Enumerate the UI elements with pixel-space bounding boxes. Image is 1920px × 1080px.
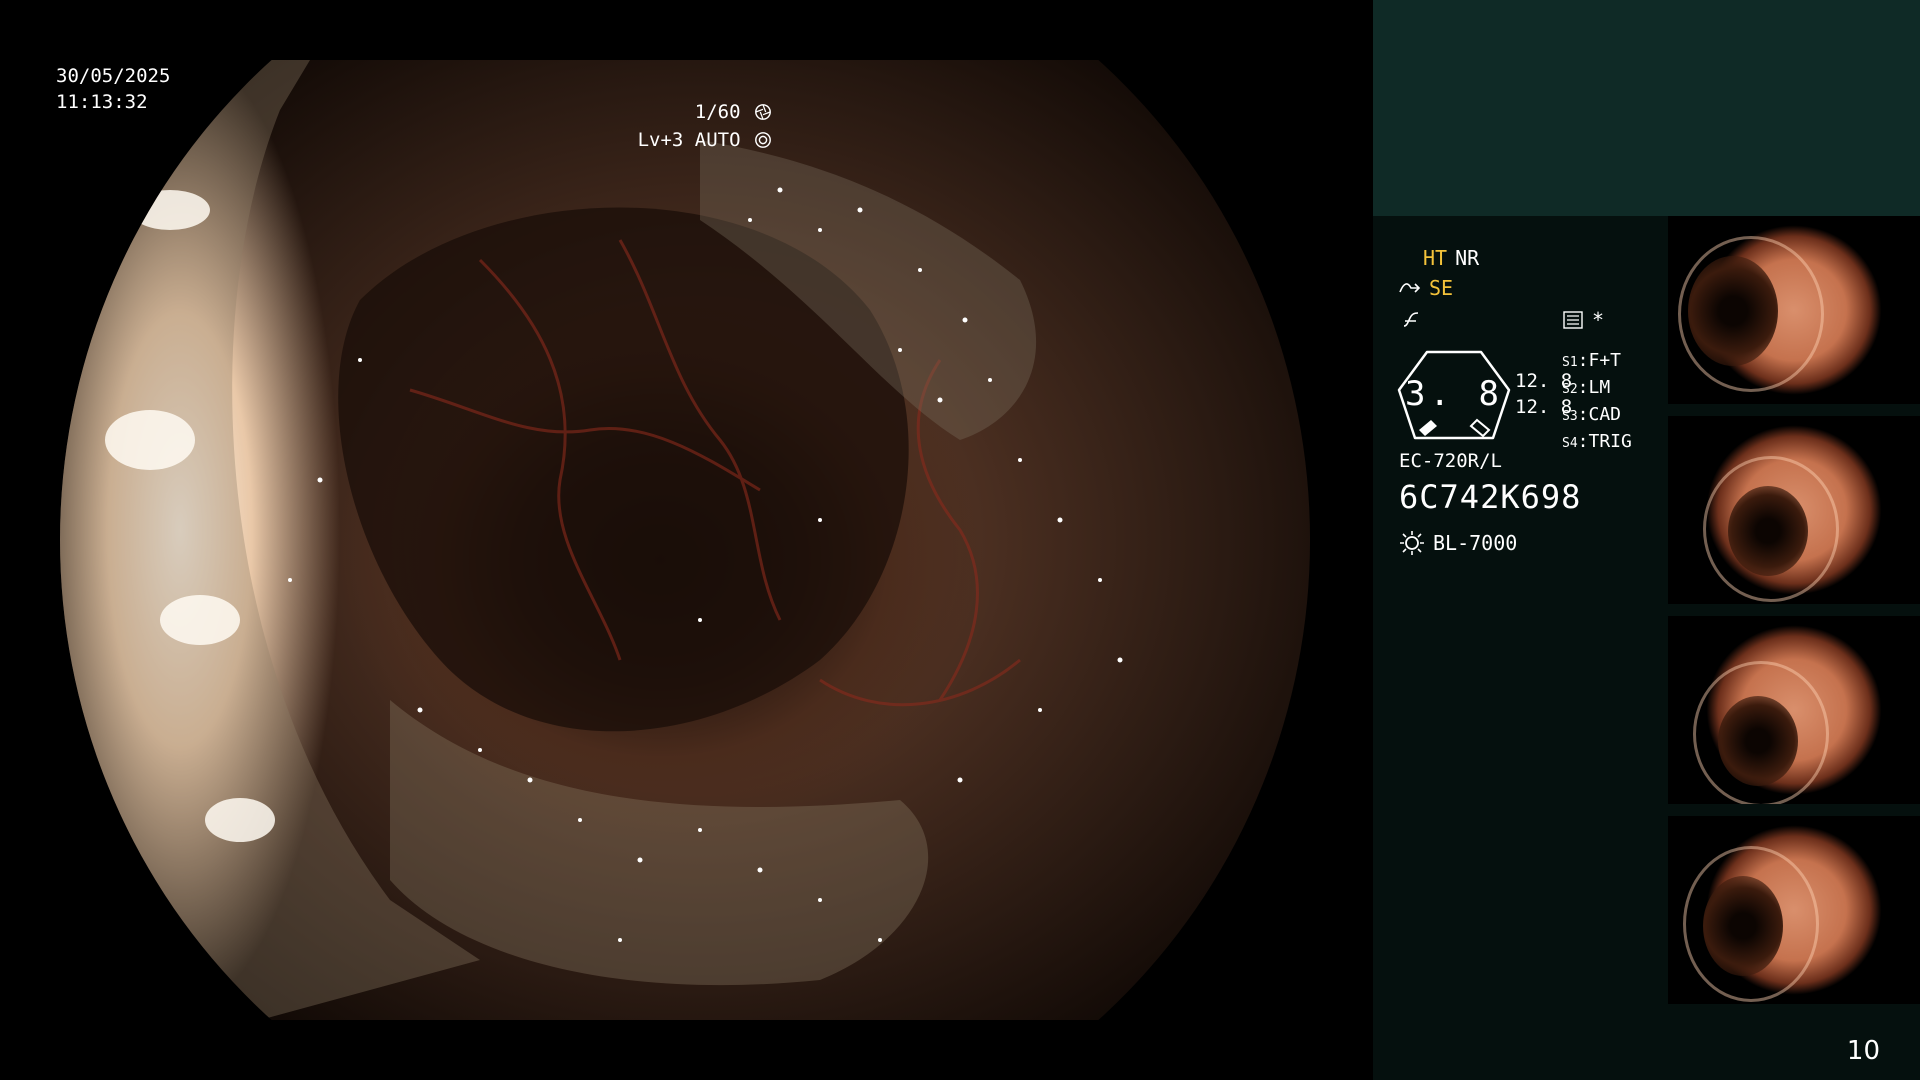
panel-header-band <box>1373 0 1920 216</box>
ht-label: HT <box>1423 246 1448 270</box>
light-source-icon <box>1400 531 1424 555</box>
scope-serial: 6C742K698 <box>1399 478 1582 516</box>
nr-label: NR <box>1455 246 1480 270</box>
shutter-label: 1/60 <box>694 101 741 123</box>
shutter-icon <box>755 104 771 120</box>
freeze-icon <box>1403 312 1419 327</box>
light-source-label: BL-7000 <box>1433 531 1518 555</box>
processor-info: HT NR SE * 3. 8 12. 8 12. 8 S1:F+T S2:LM… <box>1397 238 1667 568</box>
mucosa-texture <box>60 60 1123 1020</box>
scope-tip-icon <box>1399 283 1421 293</box>
switch-settings: S1:F+T S2:LM S3:CAD S4:TRIG <box>1562 348 1632 456</box>
switch-row-1: S1:F+T <box>1562 350 1622 371</box>
mode-label: AUTO <box>694 129 741 151</box>
page-number: 10 <box>1846 1036 1880 1066</box>
datetime-overlay: 30/05/2025 11:13:32 <box>56 63 170 115</box>
capture-thumbnail[interactable] <box>1668 816 1920 1004</box>
thumbnail-strip <box>1668 216 1920 1016</box>
switch-row-2: S2:LM <box>1562 377 1611 398</box>
date-label: 30/05/2025 <box>56 65 171 87</box>
settings-icon <box>1563 311 1583 329</box>
capture-thumbnail[interactable] <box>1668 616 1920 804</box>
time-label: 11:13:32 <box>56 91 148 113</box>
scope-model: EC-720R/L <box>1399 450 1502 472</box>
light-source: BL-7000 <box>1399 530 1517 556</box>
switch-row-3: S3:CAD <box>1562 404 1622 425</box>
endoscopic-image <box>60 60 1310 1020</box>
gauge-value: 3. 8 <box>1405 374 1503 414</box>
se-label: SE <box>1429 276 1454 300</box>
light-level-label: Lv+3 <box>637 129 684 151</box>
auto-icon <box>755 132 771 148</box>
capture-thumbnail[interactable] <box>1668 216 1920 404</box>
capture-thumbnail[interactable] <box>1668 416 1920 604</box>
star-label: * <box>1592 308 1605 332</box>
endoscope-video-area: 30/05/2025 11:13:32 1/60 Lv+3 AUTO <box>0 0 1372 1080</box>
switch-row-4: S4:TRIG <box>1562 431 1632 452</box>
exposure-overlay: 1/60 Lv+3 AUTO <box>638 98 772 154</box>
